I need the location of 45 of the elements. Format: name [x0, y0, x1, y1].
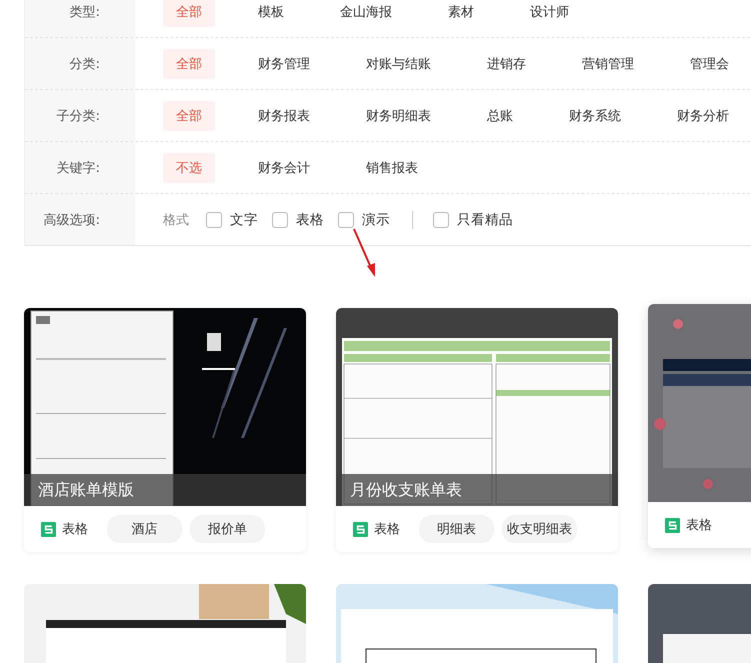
filter-option[interactable]: 财务明细表	[366, 100, 431, 130]
filter-option[interactable]: 金山海报	[340, 0, 392, 26]
filter-option[interactable]: 模板	[258, 0, 284, 26]
filter-option[interactable]: 财务报表	[258, 100, 310, 130]
filter-option[interactable]: 总账	[487, 100, 513, 130]
checkbox-label: 文字	[230, 210, 258, 228]
template-card[interactable]: 月份收支账单表 表格 明细表 收支明细表	[336, 308, 618, 552]
filter-option[interactable]: 销售报表	[366, 152, 418, 182]
tag-chip[interactable]: 明细表	[419, 515, 494, 543]
template-card[interactable]: 表格	[648, 304, 751, 548]
filter-option[interactable]: 素材	[448, 0, 474, 26]
file-type-label: 表格	[686, 517, 712, 534]
filter-option[interactable]: 财务系统	[569, 100, 621, 130]
checkbox[interactable]	[433, 212, 449, 228]
filter-label: 关键字:	[56, 160, 100, 176]
sheet-icon	[41, 522, 56, 536]
checkbox[interactable]	[206, 212, 222, 228]
checkbox-label: 演示	[362, 210, 390, 228]
template-card[interactable]: 酒店账单模版 表格 酒店 报价单	[24, 308, 306, 552]
tag-chip[interactable]: 收支明细表	[502, 515, 577, 543]
filter-label: 子分类:	[56, 108, 100, 124]
format-label: 格式	[163, 212, 189, 228]
sheet-icon	[665, 518, 680, 532]
tag-chip[interactable]: 酒店	[107, 515, 182, 543]
filter-option[interactable]: 营销管理	[582, 48, 634, 78]
filter-option[interactable]: 财务分析	[677, 100, 729, 130]
filter-option[interactable]: 管理会	[690, 48, 729, 78]
filter-label: 分类:	[70, 56, 100, 72]
filter-option[interactable]: 财务会计	[258, 152, 310, 182]
file-type-label: 表格	[62, 521, 88, 538]
tag-chip[interactable]: 报价单	[190, 515, 265, 543]
filter-option[interactable]: 进销存	[487, 48, 526, 78]
checkbox[interactable]	[338, 212, 354, 228]
checkbox[interactable]	[272, 212, 288, 228]
filter-option[interactable]: 设计师	[530, 0, 569, 26]
checkbox-label: 只看精品	[457, 210, 513, 228]
checkbox-label: 表格	[296, 210, 324, 228]
filter-option[interactable]: 对账与结账	[366, 48, 431, 78]
file-type-label: 表格	[374, 521, 400, 538]
template-title: 酒店账单模版	[24, 474, 306, 506]
sheet-icon	[353, 522, 368, 536]
annotation-arrow	[353, 228, 377, 278]
filter-label: 高级选项:	[44, 212, 100, 228]
filter-option[interactable]: 财务管理	[258, 48, 310, 78]
filter-label: 类型:	[70, 4, 100, 20]
